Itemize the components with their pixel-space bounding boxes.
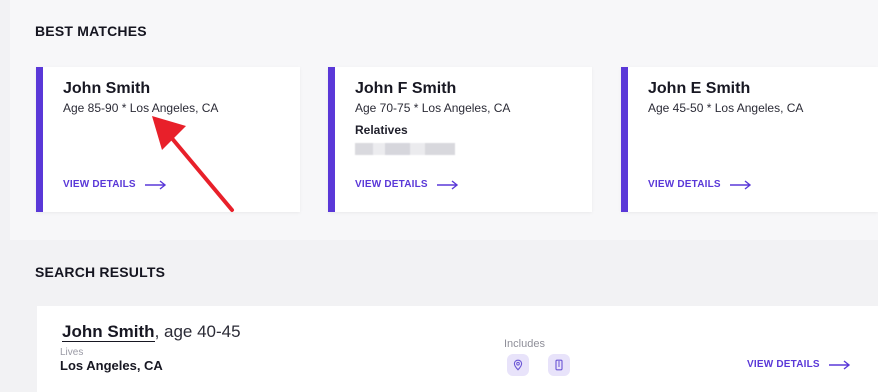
search-results-heading: SEARCH RESULTS [35, 264, 166, 280]
relatives-blurred-names [355, 143, 455, 155]
match-card-john-e-smith[interactable]: John E Smith Age 45-50 * Los Angeles, CA… [621, 67, 878, 212]
view-details-link[interactable]: VIEW DETAILS [355, 179, 460, 190]
card-name: John E Smith [648, 80, 751, 97]
arrow-right-icon [436, 179, 460, 190]
arrow-right-icon [729, 179, 753, 190]
view-details-label: VIEW DETAILS [355, 179, 428, 190]
result-name[interactable]: John Smith, age 40-45 [62, 322, 241, 342]
card-meta: Age 70-75 * Los Angeles, CA [355, 101, 511, 115]
card-name: John F Smith [355, 80, 457, 97]
view-details-label: VIEW DETAILS [747, 359, 820, 370]
match-card-john-f-smith[interactable]: John F Smith Age 70-75 * Los Angeles, CA… [328, 67, 592, 212]
best-matches-heading: BEST MATCHES [35, 23, 147, 39]
view-details-label: VIEW DETAILS [63, 179, 136, 190]
phone-icon [548, 354, 570, 376]
view-details-link[interactable]: VIEW DETAILS [648, 179, 753, 190]
result-age: , age 40-45 [154, 322, 241, 341]
card-meta: Age 45-50 * Los Angeles, CA [648, 101, 804, 115]
search-result-row[interactable]: John Smith, age 40-45 Lives Los Angeles,… [37, 306, 878, 392]
result-name-link[interactable]: John Smith [62, 322, 155, 342]
lives-label: Lives [60, 347, 84, 358]
location-pin-icon [507, 354, 529, 376]
lives-value: Los Angeles, CA [60, 358, 163, 373]
view-details-link[interactable]: VIEW DETAILS [747, 359, 852, 370]
view-details-label: VIEW DETAILS [648, 179, 721, 190]
includes-label: Includes [504, 338, 545, 350]
arrow-right-icon [828, 359, 852, 370]
relatives-label: Relatives [355, 123, 408, 137]
annotation-arrow-icon [140, 110, 240, 219]
card-name: John Smith [63, 80, 151, 97]
